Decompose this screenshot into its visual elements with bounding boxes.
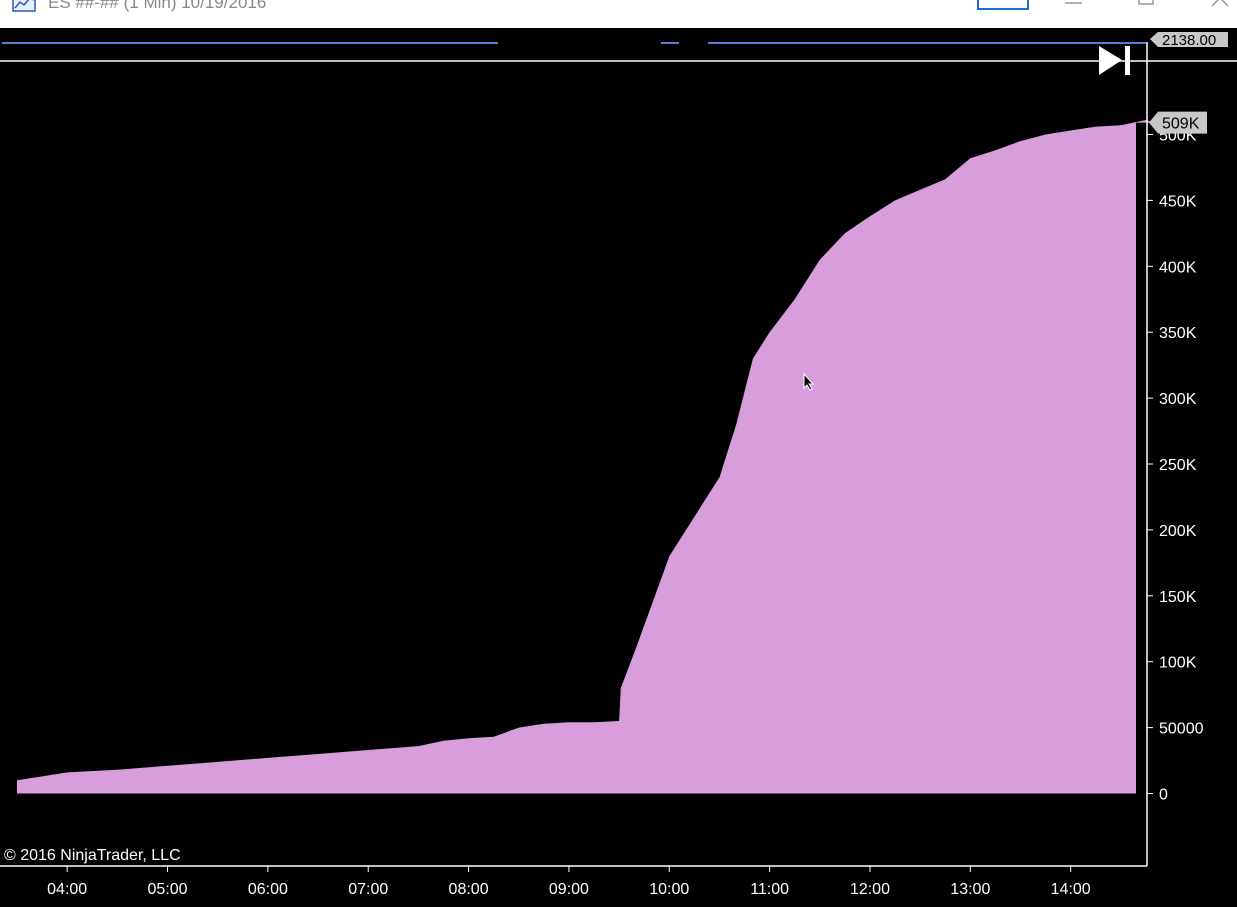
price-panel: 2138.00: [0, 32, 1237, 62]
y-tick-label: 250K: [1159, 457, 1197, 474]
x-tick-label: 11:00: [750, 881, 789, 898]
y-tick-label: 150K: [1159, 589, 1197, 606]
scroll-to-end-icon[interactable]: [1099, 46, 1130, 75]
y-tick-label: 300K: [1159, 391, 1197, 408]
x-tick-label: 08:00: [449, 881, 489, 898]
x-tick-label: 10:00: [649, 881, 689, 898]
x-tick-label: 04:00: [47, 881, 87, 898]
window-titlebar: ES ##-## (1 Min) 10/19/2016: [0, 0, 1237, 28]
y-tick-label: 200K: [1159, 523, 1197, 540]
price-badge-label: 2138.00: [1162, 32, 1216, 49]
volume-area: [17, 120, 1155, 794]
x-tick-label: 14:00: [1051, 881, 1091, 898]
x-tick-label: 05:00: [148, 881, 188, 898]
x-tick-label: 12:00: [850, 881, 890, 898]
last-value-label: 509K: [1162, 116, 1200, 133]
volume-chart: 2138.00 0 50000 100K 150K 200K 250K 300K 350K 40…: [0, 32, 1237, 898]
x-tick-label: 07:00: [348, 881, 388, 898]
y-tick-label: 0: [1159, 787, 1168, 804]
x-axis-ticks: 04:00 05:00 06:00 07:00 08:00 09:00 10:00 11:00…: [47, 866, 1091, 898]
y-tick-label: 400K: [1159, 259, 1197, 276]
x-tick-label: 06:00: [248, 881, 288, 898]
x-tick-label: 09:00: [549, 881, 589, 898]
window-title: ES ##-## (1 Min) 10/19/2016: [48, 0, 267, 12]
chart-app-icon: [12, 0, 36, 12]
y-axis-ticks: 050000100K150K200K250K300K350K400K450K50…: [1147, 127, 1204, 804]
x-tick-label: 13:00: [950, 881, 990, 898]
last-value-badge: 509K: [1149, 111, 1207, 134]
minimize-icon[interactable]: [1062, 0, 1086, 10]
y-tick-label: 50000: [1159, 721, 1204, 738]
copyright-text: © 2016 NinjaTrader, LLC: [4, 847, 181, 864]
restore-button[interactable]: [977, 0, 1029, 10]
close-icon[interactable]: [1208, 0, 1232, 10]
maximize-icon[interactable]: [1135, 0, 1159, 10]
y-tick-label: 450K: [1159, 193, 1197, 210]
y-tick-label: 350K: [1159, 325, 1197, 342]
y-tick-label: 100K: [1159, 655, 1197, 672]
